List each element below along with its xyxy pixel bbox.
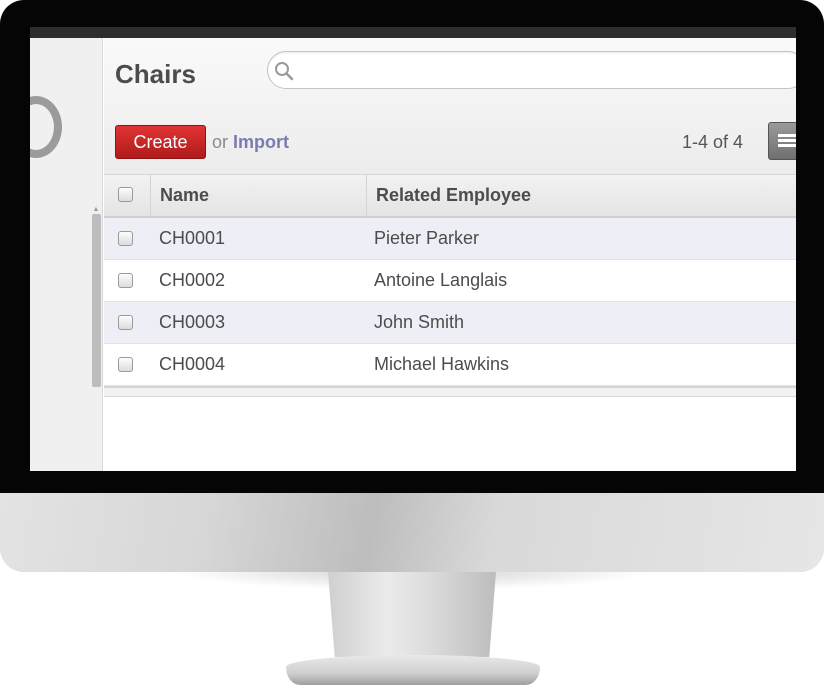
table-row[interactable]: CH0003 John Smith [104, 302, 796, 344]
list-view-icon [778, 134, 796, 148]
page-title: Chairs [115, 59, 196, 89]
monitor-stand-base [286, 655, 540, 685]
screen: ▲ Chairs Create or Import 1-4 of 4 Name … [30, 27, 796, 471]
column-header-name[interactable]: Name [160, 175, 209, 216]
control-panel: Chairs Create or Import 1-4 of 4 [104, 38, 796, 175]
row-checkbox[interactable] [118, 315, 133, 330]
cell-name: CH0001 [159, 228, 226, 248]
row-checkbox[interactable] [118, 357, 133, 372]
list-view-button[interactable] [768, 122, 796, 160]
main-content: Chairs Create or Import 1-4 of 4 Name Re… [104, 38, 796, 471]
table-row[interactable]: CH0004 Michael Hawkins [104, 344, 796, 386]
cell-related-employee: Michael Hawkins [374, 354, 510, 374]
cell-related-employee: Antoine Langlais [374, 270, 508, 290]
column-header-related-employee[interactable]: Related Employee [376, 175, 531, 216]
pager-value[interactable]: 1-4 of 4 [682, 132, 743, 153]
column-separator [150, 175, 151, 216]
column-separator [366, 175, 367, 216]
search-input[interactable] [267, 51, 796, 89]
top-navbar [30, 27, 796, 38]
select-all-checkbox[interactable] [118, 187, 133, 202]
list-table: Name Related Employee CH0001 Pieter Park… [104, 175, 796, 397]
create-button[interactable]: Create [115, 125, 206, 159]
import-link[interactable]: Import [233, 132, 289, 152]
row-checkbox[interactable] [118, 273, 133, 288]
table-header: Name Related Employee [104, 175, 796, 218]
scroll-up-arrow-icon[interactable]: ▲ [92, 206, 100, 214]
loading-ring-icon [30, 96, 62, 158]
cell-name: CH0004 [159, 354, 226, 374]
monitor-chin [0, 493, 824, 572]
or-import-text: or Import [212, 132, 289, 153]
cell-name: CH0002 [159, 270, 226, 290]
cell-related-employee: John Smith [374, 312, 465, 332]
table-footer [104, 386, 796, 397]
search-icon [275, 62, 294, 81]
or-label: or [212, 132, 229, 152]
cell-related-employee: Pieter Parker [374, 228, 480, 248]
left-sidebar: ▲ [30, 38, 103, 471]
table-row[interactable]: CH0001 Pieter Parker [104, 218, 796, 260]
table-row[interactable]: CH0002 Antoine Langlais [104, 260, 796, 302]
cell-name: CH0003 [159, 312, 226, 332]
row-checkbox[interactable] [118, 231, 133, 246]
sidebar-scrollbar[interactable] [92, 214, 101, 387]
